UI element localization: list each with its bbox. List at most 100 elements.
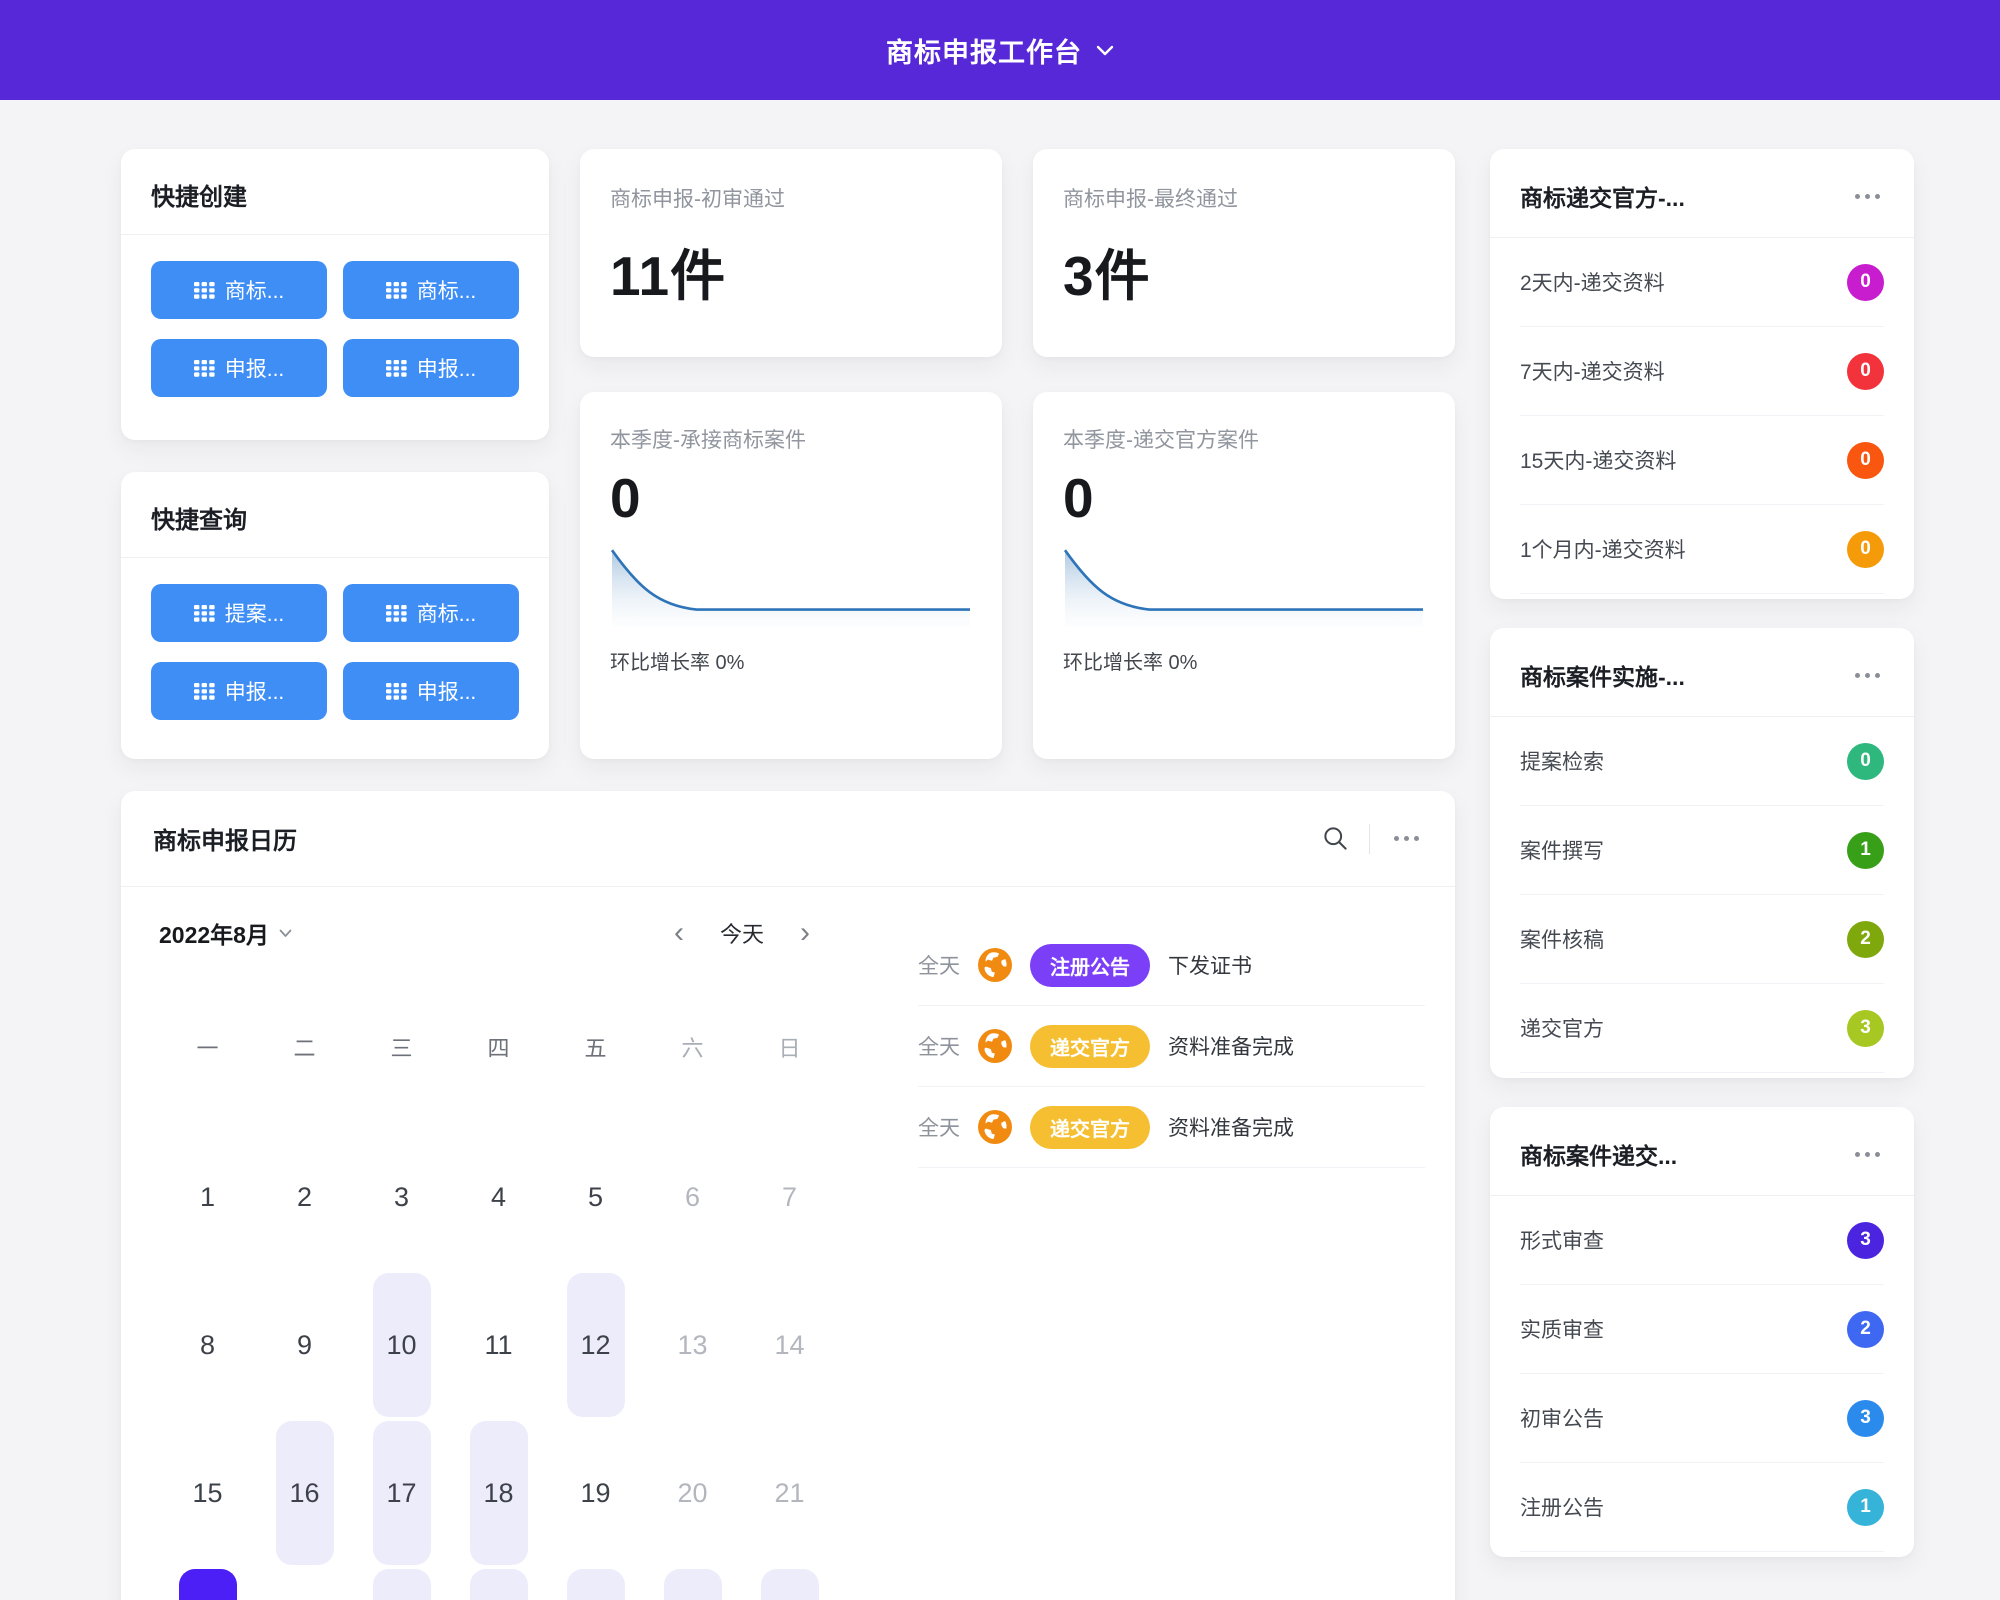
- count-badge: 0: [1847, 531, 1884, 568]
- next-month-button[interactable]: ›: [800, 918, 810, 948]
- calendar-grid: 2022年8月 ‹ 今天 ›: [159, 911, 838, 1600]
- calendar-day[interactable]: 2: [256, 1123, 353, 1271]
- grid-icon: [386, 683, 407, 700]
- quick-query-button-3[interactable]: 申报...: [151, 662, 327, 720]
- more-icon[interactable]: [1851, 1148, 1884, 1161]
- calendar-day[interactable]: 14: [741, 1271, 838, 1419]
- panel-submit-official: 商标递交官方-... 2天内-递交资料 0 7天内-递交资料 0 15天内-递交…: [1490, 149, 1914, 599]
- quick-query-button-1[interactable]: 提案...: [151, 584, 327, 642]
- quick-create-button-2[interactable]: 商标...: [343, 261, 519, 319]
- list-item[interactable]: 15天内-递交资料 0: [1520, 416, 1884, 505]
- list-item[interactable]: 注册公告 1: [1520, 1463, 1884, 1552]
- list-item[interactable]: 案件核稿 2: [1520, 895, 1884, 984]
- calendar-day[interactable]: 15: [159, 1419, 256, 1567]
- calendar-day[interactable]: [741, 1567, 838, 1600]
- calendar-day[interactable]: 18: [450, 1419, 547, 1567]
- calendar-day[interactable]: 19: [547, 1419, 644, 1567]
- calendar-day[interactable]: 11: [450, 1271, 547, 1419]
- event-row[interactable]: 全天 注册公告 下发证书: [918, 925, 1425, 1006]
- list-item[interactable]: 形式审查 3: [1520, 1196, 1884, 1285]
- calendar-day[interactable]: 6: [644, 1123, 741, 1271]
- button-label: 申报...: [417, 353, 477, 383]
- prev-month-button[interactable]: ‹: [674, 918, 684, 948]
- list-item[interactable]: 初审公告 3: [1520, 1374, 1884, 1463]
- quick-query-button-4[interactable]: 申报...: [343, 662, 519, 720]
- panel-case-submit: 商标案件递交... 形式审查 3 实质审查 2 初审公告 3 注册公告 1: [1490, 1107, 1914, 1557]
- button-label: 申报...: [417, 676, 477, 706]
- quick-query-title: 快捷查询: [121, 472, 549, 558]
- calendar-day[interactable]: 7: [741, 1123, 838, 1271]
- left-region: 快捷创建 商标... 商标...: [121, 149, 1455, 1600]
- quick-query-button-2[interactable]: 商标...: [343, 584, 519, 642]
- globe-icon: [978, 1029, 1012, 1063]
- item-label: 1个月内-递交资料: [1520, 534, 1686, 564]
- calendar-day[interactable]: [256, 1567, 353, 1600]
- calendar-day[interactable]: 12: [547, 1271, 644, 1419]
- calendar-day[interactable]: [644, 1567, 741, 1600]
- weekday-label: 五: [547, 1029, 644, 1069]
- calendar-day[interactable]: 9: [256, 1271, 353, 1419]
- list-item[interactable]: 递交官方 3: [1520, 984, 1884, 1073]
- calendar-day[interactable]: 10: [353, 1271, 450, 1419]
- calendar-day[interactable]: 20: [644, 1419, 741, 1567]
- grid-icon: [194, 605, 215, 622]
- panel-title: 商标案件递交...: [1520, 1137, 1677, 1171]
- quick-cards-column: 快捷创建 商标... 商标...: [121, 149, 549, 759]
- list-item[interactable]: 提案检索 0: [1520, 717, 1884, 806]
- list-item[interactable]: 1个月内-递交资料 0: [1520, 505, 1884, 594]
- quick-create-button-3[interactable]: 申报...: [151, 339, 327, 397]
- weekday-header: 一 二 三 四 五 六 日: [159, 1029, 838, 1069]
- item-label: 7天内-递交资料: [1520, 356, 1665, 386]
- search-icon[interactable]: [1322, 825, 1349, 852]
- weekday-label: 日: [741, 1029, 838, 1069]
- item-label: 2天内-递交资料: [1520, 267, 1665, 297]
- event-row[interactable]: 全天 递交官方 资料准备完成: [918, 1006, 1425, 1087]
- item-label: 形式审查: [1520, 1225, 1604, 1255]
- trend-card-submitted-cases: 本季度-递交官方案件 0 环比增长率: [1033, 392, 1455, 759]
- calendar-day[interactable]: [450, 1567, 547, 1600]
- more-icon[interactable]: [1851, 190, 1884, 203]
- calendar-day[interactable]: 3: [353, 1123, 450, 1271]
- button-label: 提案...: [225, 598, 285, 628]
- weekday-label: 二: [256, 1029, 353, 1069]
- event-row[interactable]: 全天 递交官方 资料准备完成: [918, 1087, 1425, 1168]
- chevron-down-icon[interactable]: [1096, 45, 1114, 56]
- divider: [1369, 824, 1370, 854]
- trend-value: 0: [1063, 466, 1425, 530]
- more-icon[interactable]: [1390, 832, 1423, 845]
- count-badge: 2: [1847, 1311, 1884, 1348]
- stat-card-final-pass: 商标申报-最终通过 3件: [1033, 149, 1455, 357]
- calendar-day[interactable]: 21: [741, 1419, 838, 1567]
- quick-create-card: 快捷创建 商标... 商标...: [121, 149, 549, 440]
- calendar-day[interactable]: 4: [450, 1123, 547, 1271]
- item-label: 注册公告: [1520, 1492, 1604, 1522]
- list-item[interactable]: 2天内-递交资料 0: [1520, 238, 1884, 327]
- item-label: 15天内-递交资料: [1520, 445, 1676, 475]
- quick-create-button-4[interactable]: 申报...: [343, 339, 519, 397]
- calendar-day[interactable]: 5: [547, 1123, 644, 1271]
- calendar-day[interactable]: 1: [159, 1123, 256, 1271]
- event-time: 全天: [918, 950, 960, 980]
- calendar-day[interactable]: 16: [256, 1419, 353, 1567]
- button-label: 商标...: [417, 598, 477, 628]
- calendar-day[interactable]: 13: [644, 1271, 741, 1419]
- calendar-week-row: 15 16 17 18 19 20 21: [159, 1419, 838, 1567]
- list-item[interactable]: 实质审查 2: [1520, 1285, 1884, 1374]
- calendar-day[interactable]: [353, 1567, 450, 1600]
- calendar-day-today[interactable]: [159, 1567, 256, 1600]
- list-item[interactable]: 案件撰写 1: [1520, 806, 1884, 895]
- month-selector[interactable]: 2022年8月: [159, 916, 292, 950]
- calendar-card: 商标申报日历 2022年8月: [121, 791, 1455, 1600]
- calendar-day[interactable]: [547, 1567, 644, 1600]
- calendar-day[interactable]: 17: [353, 1419, 450, 1567]
- quick-create-button-1[interactable]: 商标...: [151, 261, 327, 319]
- page-title: 商标申报工作台: [886, 31, 1082, 70]
- stat-value: 11件: [610, 231, 972, 311]
- trend-title: 本季度-递交官方案件: [1063, 424, 1425, 454]
- calendar-day[interactable]: 8: [159, 1271, 256, 1419]
- today-button[interactable]: 今天: [720, 917, 764, 949]
- count-badge: 3: [1847, 1222, 1884, 1259]
- list-item[interactable]: 7天内-递交资料 0: [1520, 327, 1884, 416]
- more-icon[interactable]: [1851, 669, 1884, 682]
- stat-value: 3件: [1063, 231, 1425, 311]
